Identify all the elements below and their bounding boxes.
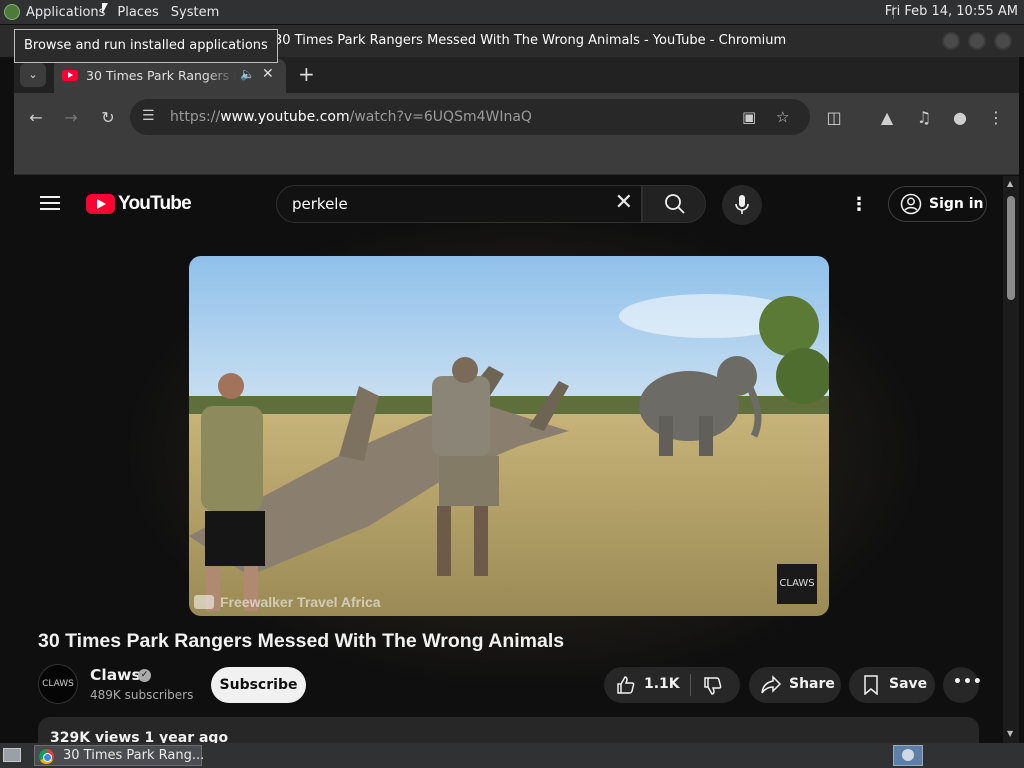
workspace-switcher-icon[interactable] (893, 745, 923, 766)
video-frame (189, 256, 829, 616)
address-bar[interactable]: ☰ https://www.youtube.com/watch?v=6UQSm4… (130, 99, 810, 135)
like-count: 1.1K (644, 676, 680, 692)
video-watermark: Freewalker Travel Africa (194, 594, 381, 610)
search-button[interactable] (642, 185, 706, 223)
forward-arrow-icon[interactable]: → (60, 107, 82, 129)
verified-check-icon: ✓ (138, 669, 151, 682)
labs-flask-icon[interactable]: ▲ (876, 107, 898, 129)
youtube-play-icon (86, 194, 115, 214)
youtube-wordmark: YouTube (118, 193, 192, 214)
like-button[interactable]: 1.1K (604, 667, 690, 703)
share-arrow-icon (761, 675, 782, 694)
bookmark-icon (864, 675, 878, 695)
address-url[interactable]: https://www.youtube.com/watch?v=6UQSm4WI… (170, 109, 532, 125)
view-count-date: 329K views 1 year ago (50, 730, 229, 743)
url-path: /watch?v=6UQSm4WInaQ (349, 109, 532, 125)
profile-avatar-icon[interactable]: ● (949, 107, 971, 129)
taskbar-window-title: 30 Times Park Rang... (63, 748, 205, 763)
bottom-taskbar: 30 Times Park Rang... (0, 743, 1024, 768)
site-info-icon[interactable]: ☰ (142, 108, 155, 124)
show-desktop-icon[interactable] (3, 748, 21, 762)
chrome-menu-icon[interactable]: ⋮ (985, 107, 1007, 129)
share-button[interactable]: Share (749, 667, 841, 703)
save-label: Save (889, 676, 928, 692)
page-scrollbar[interactable]: ▲ ▼ (1003, 176, 1019, 743)
description-box[interactable]: 329K views 1 year ago (38, 717, 979, 743)
search-input[interactable]: perkele ✕ (276, 185, 642, 223)
top-panel: Applications Places System Fri Feb 14, 1… (0, 0, 1024, 24)
like-dislike-group: 1.1K (604, 667, 740, 703)
bookmarks-bar (14, 143, 1019, 175)
applications-menu[interactable]: Applications (20, 0, 111, 24)
sign-in-label: Sign in (929, 196, 984, 212)
url-host: www.youtube.com (220, 109, 350, 125)
places-menu[interactable]: Places (111, 0, 164, 24)
settings-kebab-icon[interactable]: ⋮ (850, 194, 868, 215)
thumbs-up-icon (617, 676, 635, 694)
search-icon (665, 194, 685, 214)
url-scheme: https:// (170, 109, 221, 125)
panel-clock[interactable]: Fri Feb 14, 10:55 AM (885, 4, 1018, 19)
channel-name[interactable]: Claws (90, 666, 141, 684)
applications-tooltip: Browse and run installed applications (14, 29, 278, 63)
media-controls-icon[interactable]: ♫ (913, 107, 935, 129)
minimize-window-button[interactable] (942, 32, 960, 50)
maximize-window-button[interactable] (968, 32, 986, 50)
save-button[interactable]: Save (849, 667, 935, 703)
reload-icon[interactable]: ↻ (97, 107, 119, 129)
share-label: Share (789, 676, 835, 692)
channel-branding-badge[interactable]: CLAWS (777, 564, 817, 604)
taskbar-window-button[interactable]: 30 Times Park Rang... (34, 745, 205, 766)
mouse-cursor-icon (102, 3, 108, 14)
tab-title: 30 Times Park Rangers Messed With The Wr… (86, 68, 236, 83)
bookmark-star-icon[interactable]: ☆ (776, 108, 789, 126)
channel-avatar[interactable]: CLAWS (38, 664, 78, 704)
account-circle-icon (900, 193, 922, 215)
subscriber-count: 489K subscribers (90, 688, 194, 702)
watermark-play-icon (194, 595, 214, 609)
close-window-button[interactable] (994, 32, 1012, 50)
watermark-text: Freewalker Travel Africa (220, 594, 381, 610)
youtube-favicon-icon (62, 70, 78, 81)
speaker-icon[interactable]: 🔈 (240, 67, 255, 81)
subscribe-button[interactable]: Subscribe (211, 667, 306, 703)
scroll-down-arrow-icon[interactable]: ▼ (1007, 729, 1013, 738)
extensions-puzzle-icon[interactable]: ◫ (823, 107, 845, 129)
applications-icon[interactable] (4, 4, 20, 20)
chromium-icon (39, 749, 54, 764)
more-horizontal-icon: ••• (953, 674, 983, 690)
tab-close-icon[interactable]: ✕ (262, 66, 274, 82)
hamburger-menu-icon[interactable] (40, 195, 60, 211)
chevron-down-icon: ⌄ (28, 68, 38, 81)
sign-in-button[interactable]: Sign in (888, 186, 987, 222)
page-viewport: YouTube perkele ✕ ⋮ Sign in Freewalker T… (14, 176, 1003, 743)
scroll-up-arrow-icon[interactable]: ▲ (1007, 179, 1013, 188)
system-menu[interactable]: System (165, 0, 225, 24)
browser-toolbar: ← → ↻ ☰ https://www.youtube.com/watch?v=… (14, 93, 1019, 143)
dislike-button[interactable] (691, 667, 740, 703)
voice-search-button[interactable] (722, 185, 762, 225)
search-query: perkele (292, 195, 348, 213)
browser-tab[interactable]: 30 Times Park Rangers Messed With The Wr… (54, 59, 286, 93)
microphone-icon (735, 195, 749, 214)
video-player[interactable]: Freewalker Travel Africa CLAWS (189, 256, 829, 616)
tab-search-button[interactable]: ⌄ (20, 63, 46, 87)
scrollbar-thumb[interactable] (1007, 196, 1015, 300)
window-title: 30 Times Park Rangers Messed With The Wr… (274, 33, 787, 48)
video-title: 30 Times Park Rangers Messed With The Wr… (38, 630, 565, 652)
install-app-icon[interactable]: ▣ (742, 108, 756, 126)
back-arrow-icon[interactable]: ← (25, 107, 47, 129)
more-actions-button[interactable]: ••• (943, 667, 982, 703)
new-tab-button[interactable]: + (298, 63, 315, 85)
clear-search-icon[interactable]: ✕ (615, 190, 633, 215)
youtube-logo[interactable]: YouTube (86, 193, 192, 215)
thumbs-down-icon (704, 677, 722, 695)
